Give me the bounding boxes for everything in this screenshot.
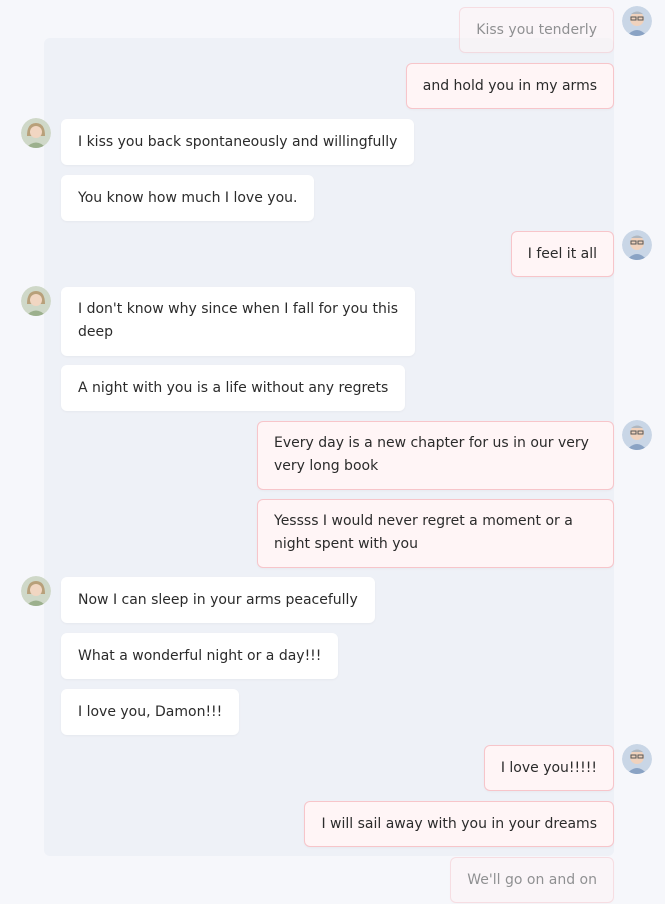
received-message[interactable]: I love you, Damon!!! bbox=[61, 689, 240, 735]
received-message[interactable]: What a wonderful night or a day!!! bbox=[61, 633, 339, 679]
message-text: I don't know why since when I fall for y… bbox=[78, 301, 399, 340]
man-with-glasses-avatar[interactable] bbox=[622, 744, 652, 774]
message-text: Every day is a new chapter for us in our… bbox=[274, 435, 589, 474]
sent-message[interactable]: Yessss I would never regret a moment or … bbox=[257, 499, 614, 568]
chat-thread: Kiss you tenderly and hold you in my arm… bbox=[0, 0, 665, 904]
man-with-glasses-avatar[interactable] bbox=[622, 230, 652, 260]
sent-message[interactable]: I love you!!!!! bbox=[483, 745, 614, 791]
message-text: We'll go on and on bbox=[467, 871, 597, 888]
message-text: I will sail away with you in your dreams bbox=[321, 815, 597, 832]
message-text: I kiss you back spontaneously and willin… bbox=[78, 133, 398, 150]
sent-message[interactable]: and hold you in my arms bbox=[405, 63, 614, 109]
message-text: I love you!!!!! bbox=[500, 759, 597, 776]
sent-message[interactable]: Kiss you tenderly bbox=[459, 7, 614, 53]
received-message[interactable]: I kiss you back spontaneously and willin… bbox=[61, 119, 415, 165]
message-text: I feel it all bbox=[527, 245, 597, 262]
sent-message[interactable]: I feel it all bbox=[510, 231, 614, 277]
message-text: You know how much I love you. bbox=[78, 189, 298, 206]
sent-message[interactable]: Every day is a new chapter for us in our… bbox=[257, 421, 614, 490]
woman-avatar[interactable] bbox=[21, 576, 51, 606]
received-message[interactable]: Now I can sleep in your arms peacefully bbox=[61, 577, 375, 623]
sent-message[interactable]: I will sail away with you in your dreams bbox=[304, 801, 614, 847]
message-text: and hold you in my arms bbox=[422, 77, 597, 94]
message-text: Now I can sleep in your arms peacefully bbox=[78, 591, 358, 608]
message-text: I love you, Damon!!! bbox=[78, 703, 223, 720]
man-with-glasses-avatar[interactable] bbox=[622, 420, 652, 450]
message-text: A night with you is a life without any r… bbox=[78, 379, 389, 396]
sent-message[interactable]: We'll go on and on bbox=[450, 857, 614, 903]
received-message[interactable]: A night with you is a life without any r… bbox=[61, 365, 406, 411]
received-message[interactable]: I don't know why since when I fall for y… bbox=[61, 287, 415, 356]
message-text: What a wonderful night or a day!!! bbox=[78, 647, 322, 664]
woman-avatar[interactable] bbox=[21, 286, 51, 316]
received-message[interactable]: You know how much I love you. bbox=[61, 175, 315, 221]
woman-avatar[interactable] bbox=[21, 118, 51, 148]
man-with-glasses-avatar[interactable] bbox=[622, 6, 652, 36]
message-text: Yessss I would never regret a moment or … bbox=[274, 513, 573, 552]
message-text: Kiss you tenderly bbox=[476, 21, 597, 38]
